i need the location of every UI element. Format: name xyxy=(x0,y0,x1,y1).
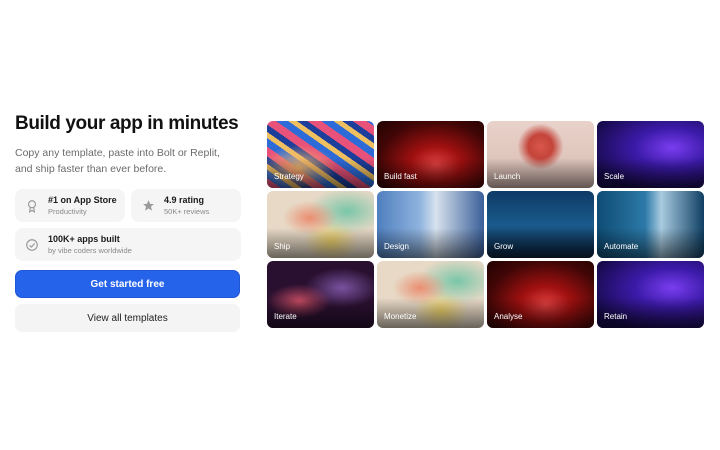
stat-card-apps-built: 100K+ apps built by vibe coders worldwid… xyxy=(15,228,241,261)
hero-section: Build your app in minutes Copy any templ… xyxy=(15,112,241,332)
template-tile-ship[interactable]: Ship xyxy=(267,191,374,258)
template-gallery: Strategy Build fast Launch Scale Ship De… xyxy=(267,121,705,328)
tile-label: Ship xyxy=(274,242,291,251)
tile-label: Automate xyxy=(604,242,639,251)
tile-label: Monetize xyxy=(384,312,417,321)
tile-label: Design xyxy=(384,242,409,251)
check-circle-icon xyxy=(23,236,41,254)
template-tile-grow[interactable]: Grow xyxy=(487,191,594,258)
page-title: Build your app in minutes xyxy=(15,113,239,134)
tile-label: Analyse xyxy=(494,312,523,321)
stat-subtitle: Productivity xyxy=(48,206,87,216)
stats-group: #1 on App Store Productivity 4.9 rating … xyxy=(15,189,241,261)
tile-label: Iterate xyxy=(274,312,297,321)
template-tile-automate[interactable]: Automate xyxy=(597,191,704,258)
tile-label: Scale xyxy=(604,172,625,181)
template-tile-build-fast[interactable]: Build fast xyxy=(377,121,484,188)
template-tile-monetize[interactable]: Monetize xyxy=(377,261,484,328)
tile-label: Build fast xyxy=(384,172,417,181)
stat-subtitle: by vibe coders worldwide xyxy=(48,245,132,255)
tile-label: Strategy xyxy=(274,172,304,181)
stat-title: #1 on App Store xyxy=(48,194,117,205)
stat-title: 4.9 rating xyxy=(164,194,205,205)
stat-card-rating: 4.9 rating 50K+ reviews xyxy=(131,189,241,222)
view-all-templates-button[interactable]: View all templates xyxy=(15,304,240,332)
stat-title: 100K+ apps built xyxy=(48,233,120,244)
template-tile-iterate[interactable]: Iterate xyxy=(267,261,374,328)
star-icon xyxy=(139,197,157,215)
tile-label: Grow xyxy=(494,242,514,251)
template-tile-scale[interactable]: Scale xyxy=(597,121,704,188)
template-tile-analyse[interactable]: Analyse xyxy=(487,261,594,328)
stat-card-app-store: #1 on App Store Productivity xyxy=(15,189,125,222)
get-started-button[interactable]: Get started free xyxy=(15,270,240,298)
hero-subtitle: Copy any template, paste into Bolt or Re… xyxy=(15,147,220,175)
template-tile-design[interactable]: Design xyxy=(377,191,484,258)
stat-subtitle: 50K+ reviews xyxy=(164,206,210,216)
template-tile-strategy[interactable]: Strategy xyxy=(267,121,374,188)
tile-label: Launch xyxy=(494,172,521,181)
tile-label: Retain xyxy=(604,312,628,321)
template-tile-retain[interactable]: Retain xyxy=(597,261,704,328)
award-icon xyxy=(23,197,41,215)
template-tile-launch[interactable]: Launch xyxy=(487,121,594,188)
